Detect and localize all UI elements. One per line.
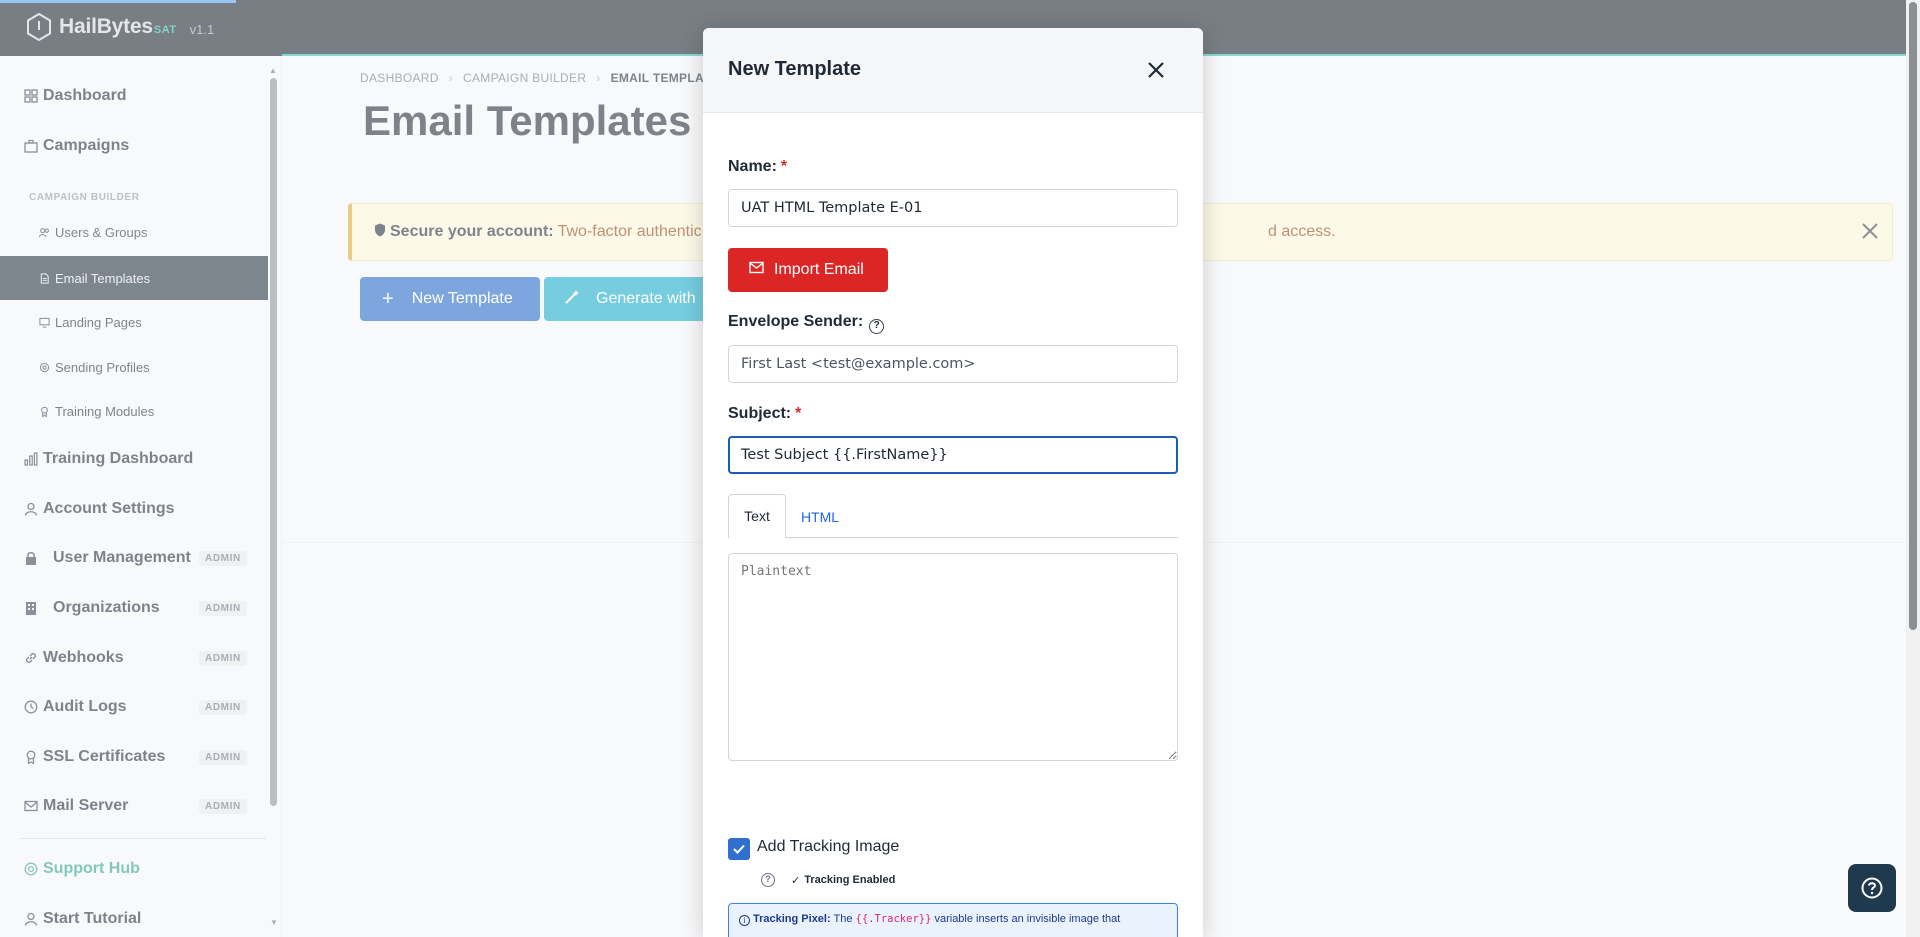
mail-icon	[749, 261, 764, 279]
content-tabs: Text HTML	[728, 494, 1178, 539]
page-scrollbar[interactable]	[1906, 0, 1920, 937]
new-template-modal: New Template Name:* Import Email Envelop…	[703, 28, 1203, 937]
tracking-image-checkbox[interactable]	[728, 838, 750, 860]
tracking-status-row: ? ✓ Tracking Enabled	[761, 873, 895, 887]
plaintext-textarea[interactable]	[728, 553, 1178, 761]
page-scroll-thumb[interactable]	[1909, 2, 1917, 630]
name-label-text: Name:	[728, 158, 777, 175]
envelope-label-text: Envelope Sender:	[728, 313, 864, 330]
subject-label: Subject: *	[728, 405, 801, 423]
info-text-before: The	[833, 913, 853, 925]
tracking-status: Tracking Enabled	[804, 874, 896, 886]
tracker-variable: {{.Tracker}}	[855, 913, 932, 925]
envelope-sender-field[interactable]	[728, 345, 1178, 383]
tracking-pixel-info: i Tracking Pixel: The {{.Tracker}} variab…	[728, 903, 1178, 937]
subject-field[interactable]	[728, 436, 1178, 474]
import-email-label: Import Email	[774, 261, 864, 278]
modal-header: New Template	[703, 28, 1203, 113]
question-circle-icon	[1861, 877, 1883, 899]
info-text-after: variable inserts an invisible image that	[934, 913, 1121, 925]
name-label: Name: *	[728, 158, 787, 176]
modal-title: New Template	[728, 58, 861, 80]
envelope-sender-label: Envelope Sender:?	[728, 313, 885, 334]
import-email-button[interactable]: Import Email	[728, 248, 888, 292]
required-mark: *	[780, 158, 788, 175]
subject-label-text: Subject:	[728, 405, 792, 422]
tracking-image-label: Add Tracking Image	[757, 838, 900, 855]
name-field[interactable]	[728, 189, 1178, 227]
info-icon: i	[739, 915, 750, 926]
help-fab-button[interactable]	[1848, 864, 1896, 912]
check-icon	[733, 844, 745, 854]
help-icon[interactable]: ?	[761, 873, 775, 887]
close-icon[interactable]	[1144, 58, 1168, 82]
required-mark: *	[795, 405, 802, 422]
help-icon[interactable]: ?	[869, 319, 885, 334]
tab-html[interactable]: HTML	[790, 494, 850, 539]
info-title: Tracking Pixel:	[753, 913, 831, 925]
checkmark-icon: ✓	[791, 874, 801, 887]
tab-text[interactable]: Text	[728, 494, 786, 539]
